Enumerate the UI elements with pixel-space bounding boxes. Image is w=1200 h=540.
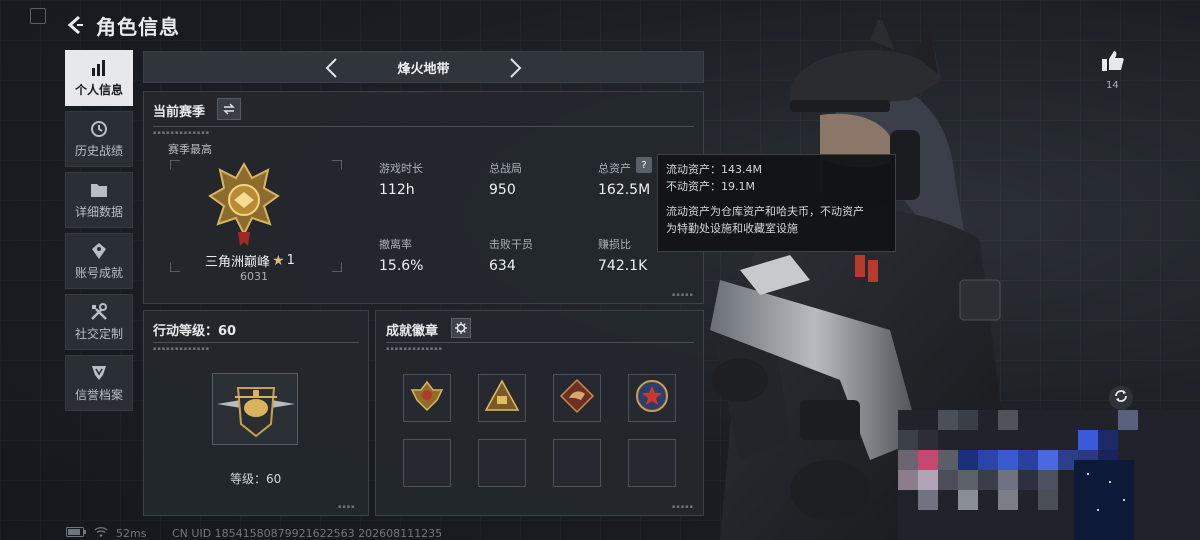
nav-label: 社交定制 (74, 326, 123, 341)
badge-slot[interactable] (553, 374, 601, 422)
rank-score: 6031 (240, 270, 268, 283)
assets-tooltip: 流动资产：143.4M 不动资产：19.1M 流动资产为仓库资产和哈夫币，不动资… (657, 154, 896, 252)
tooltip-spacer (666, 195, 887, 203)
stat-value: 950 (489, 182, 516, 198)
badge-slot-empty[interactable] (553, 439, 601, 487)
stat-label: 总战局 (489, 162, 522, 175)
tooltip-fixed-assets: 不动资产：19.1M (666, 180, 755, 193)
nav-item-detailed-data[interactable]: 详细数据 (65, 172, 133, 228)
achievement-icon (90, 242, 108, 260)
nav-label: 账号成就 (74, 265, 123, 280)
status-bar: 52ms (66, 526, 146, 540)
header: 角色信息 (64, 10, 180, 40)
battery-icon (66, 526, 86, 540)
nav-item-personal-info[interactable]: 个人信息 (65, 50, 133, 106)
rank-name-text: 三角洲巅峰 (205, 255, 271, 270)
side-nav: 个人信息 历史战绩 详细数据 账号成就 社交定制 信誉档案 (65, 50, 133, 416)
thumbs-up-icon[interactable] (1100, 48, 1126, 74)
badge-slot-empty[interactable] (628, 439, 676, 487)
tooltip-liquid-assets: 流动资产：143.4M (666, 163, 762, 176)
divider (153, 342, 359, 343)
divider (153, 126, 694, 127)
level-text: 等级：60 (230, 472, 282, 486)
badge-slot-empty[interactable] (403, 439, 451, 487)
achievement-badges-title: 成就徽章 (386, 324, 439, 339)
stat-play-time: 游戏时长 112h (379, 160, 423, 198)
stat-value: 162.5M (598, 182, 651, 198)
season-best-label: 赛季最高 (168, 143, 212, 156)
nav-item-history[interactable]: 历史战绩 (65, 111, 133, 167)
dragon-badge-icon (559, 378, 595, 418)
rank-emblem (208, 161, 280, 248)
stat-profit-loss: 赚损比 742.1K (598, 236, 647, 274)
tools-icon (90, 302, 108, 321)
nav-label: 个人信息 (74, 82, 123, 97)
stat-label: 赚损比 (598, 238, 631, 251)
nav-label: 详细数据 (74, 204, 123, 219)
action-level-title: 行动等级：60 (153, 324, 237, 339)
stat-label: 击败干员 (489, 238, 533, 251)
rank-name: 三角洲巅峰 ★ 1 (205, 251, 295, 271)
uid-text: CN UID 18541580879921622563 202608111235 (172, 527, 443, 540)
shield-icon (90, 364, 108, 382)
rank-stars: 1 (286, 253, 295, 268)
stat-value: 634 (489, 258, 516, 274)
corner-decoration (30, 8, 46, 24)
rotate-view-button[interactable] (1109, 386, 1133, 410)
stat-kills: 击败干员 634 (489, 236, 533, 274)
divider (386, 342, 694, 343)
bar-chart-icon (90, 59, 108, 77)
like-count: 14 (1106, 80, 1119, 91)
decor-dots: ▪▪▪▪▪▪▪▪▪▪▪▪▪ (386, 346, 444, 352)
badge-slot-empty[interactable] (478, 439, 526, 487)
triangle-badge-icon (484, 378, 520, 418)
nav-item-achievements[interactable]: 账号成就 (65, 233, 133, 289)
nav-item-reputation[interactable]: 信誉档案 (65, 355, 133, 411)
star-badge-icon (634, 378, 670, 418)
level-emblem (212, 373, 298, 445)
nav-item-social[interactable]: 社交定制 (65, 294, 133, 350)
star-icon: ★ (272, 252, 285, 269)
current-season-title: 当前赛季 (153, 105, 206, 120)
next-season-button[interactable] (505, 56, 527, 80)
decor-dots: ▪▪▪▪▪ (672, 504, 694, 510)
swap-icon (223, 100, 235, 119)
folder-icon (90, 181, 108, 199)
swap-button[interactable] (217, 98, 241, 120)
nav-label: 历史战绩 (74, 143, 123, 158)
refresh-icon (1113, 388, 1129, 408)
page-title: 角色信息 (96, 14, 180, 39)
stat-extract-rate: 撤离率 15.6% (379, 236, 423, 274)
badge-slot[interactable] (628, 374, 676, 422)
prev-season-button[interactable] (320, 56, 342, 80)
decor-dots: ▪▪▪▪▪▪▪▪▪▪▪▪▪ (153, 346, 211, 352)
stat-label: 游戏时长 (379, 162, 423, 175)
stat-value: 15.6% (379, 258, 424, 274)
eagle-badge-icon (409, 378, 445, 418)
decor-dots: ▪▪▪▪ (338, 504, 356, 510)
stat-value: 742.1K (598, 258, 648, 274)
ping-value: 52ms (116, 526, 147, 540)
back-arrow-icon[interactable] (64, 14, 86, 36)
help-icon[interactable]: ? (636, 157, 652, 173)
stat-value: 112h (379, 182, 415, 198)
season-name: 烽火地带 (397, 61, 450, 77)
pixelated-region (898, 410, 1200, 540)
decor-dots: ▪▪▪▪▪▪▪▪▪▪▪▪▪ (153, 130, 211, 136)
badge-settings-button[interactable] (451, 318, 471, 338)
badge-slot[interactable] (403, 374, 451, 422)
tooltip-desc-line2: 为特勤处设施和收藏室设施 (666, 222, 798, 235)
badge-slot[interactable] (478, 374, 526, 422)
season-selector: 烽火地带 (143, 51, 704, 83)
tooltip-desc-line1: 流动资产为仓库资产和哈夫币，不动资产 (666, 205, 864, 218)
nav-label: 信誉档案 (74, 387, 123, 402)
history-icon (90, 120, 108, 138)
stat-total-matches: 总战局 950 (489, 160, 522, 198)
gear-icon (455, 319, 467, 338)
stat-label: 撤离率 (379, 238, 412, 251)
wifi-icon (94, 526, 108, 540)
